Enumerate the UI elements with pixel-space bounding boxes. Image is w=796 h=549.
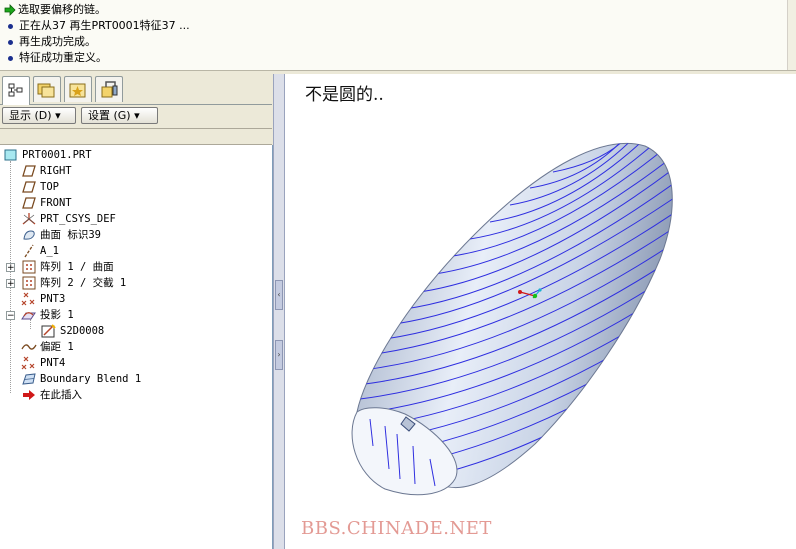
tree-item-pattern-1[interactable]: 阵列 1 / 曲面 [21, 259, 114, 275]
insert-here-arrow-icon [23, 390, 35, 400]
datum-plane-icon [22, 197, 36, 209]
message-text: 正在从37 再生PRT0001特征37 ... [19, 19, 190, 32]
tree-root[interactable]: PRT0001.PRT [3, 147, 92, 163]
watermark: BBS.CHINADE.NET [301, 518, 492, 539]
message-line: 选取要偏移的链。 [4, 2, 106, 18]
expand-toggle[interactable]: + [6, 279, 15, 289]
csys-icon [22, 213, 36, 225]
offset-curve-icon [21, 344, 37, 350]
tab-connections[interactable] [95, 76, 123, 102]
tree-item-s2d0008[interactable]: S2D0008 [41, 323, 104, 339]
settings-menu-button[interactable]: 设置 (G) ▾ [81, 107, 158, 124]
tree-label: 曲面 标识39 [40, 229, 101, 241]
tab-folder-browser[interactable] [33, 76, 61, 102]
sketch-icon [41, 324, 56, 338]
tree-item-pnt3[interactable]: PNT3 [21, 291, 65, 307]
message-text: 特征成功重定义。 [19, 51, 107, 64]
tree-label: TOP [40, 181, 59, 193]
tree-label: 阵列 1 / 曲面 [40, 261, 114, 273]
tree-label: PRT0001.PRT [22, 149, 92, 161]
bullet-icon [8, 39, 13, 45]
tree-guide-line [10, 161, 11, 393]
part-icon [4, 149, 17, 161]
bullet-icon [8, 23, 13, 29]
tree-item-prt-csys-def[interactable]: PRT_CSYS_DEF [21, 211, 116, 227]
tree-label: 投影 1 [40, 309, 74, 321]
show-menu-label: 显示 (D) [9, 109, 52, 122]
tab-model-tree[interactable] [2, 76, 30, 105]
datum-plane-icon [22, 165, 36, 177]
collapse-left-button[interactable]: ‹ [275, 280, 283, 310]
expand-toggle[interactable]: + [6, 263, 15, 273]
tree-item-boundary-blend-1[interactable]: Boundary Blend 1 [21, 371, 141, 387]
tree-item-a1[interactable]: A_1 [21, 243, 59, 259]
pattern-icon [22, 276, 36, 290]
tree-label: RIGHT [40, 165, 72, 177]
message-area: 选取要偏移的链。 正在从37 再生PRT0001特征37 ... 再生成功完成。… [0, 0, 796, 71]
tree-item-right[interactable]: RIGHT [21, 163, 72, 179]
show-menu-button[interactable]: 显示 (D) ▾ [2, 107, 76, 124]
tree-item-pnt4[interactable]: PNT4 [21, 355, 65, 371]
tree-item-projection-1[interactable]: 投影 1 [21, 307, 74, 323]
message-text: 选取要偏移的链。 [18, 3, 106, 16]
model-tree: PRT0001.PRT RIGHT TOP FRONT PRT_CSYS_DEF… [0, 145, 273, 549]
projection-icon [21, 312, 36, 320]
tree-column-header[interactable] [0, 128, 272, 145]
tree-label: 阵列 2 / 交截 1 [40, 277, 127, 289]
tree-label: PRT_CSYS_DEF [40, 213, 116, 225]
message-scrollbar[interactable] [787, 0, 796, 70]
tree-label: Boundary Blend 1 [40, 373, 142, 385]
navigator-tab-strip [0, 74, 272, 105]
dropdown-arrow-icon: ▾ [134, 109, 140, 122]
settings-menu-label: 设置 (G) [88, 109, 131, 122]
green-arrow-icon [4, 4, 16, 16]
model-tree-icon [8, 83, 23, 97]
pattern-icon [22, 260, 36, 274]
surface-icon [23, 230, 35, 240]
message-line: 特征成功重定义。 [4, 50, 107, 66]
dropdown-arrow-icon: ▾ [55, 109, 61, 122]
message-text: 再生成功完成。 [19, 35, 96, 48]
tree-item-top[interactable]: TOP [21, 179, 59, 195]
tree-item-offset-1[interactable]: 偏距 1 [21, 339, 74, 355]
folder-browser-icon [37, 83, 55, 98]
tree-label: PNT4 [40, 357, 66, 369]
message-line: 正在从37 再生PRT0001特征37 ... [4, 18, 190, 34]
collapse-toggle[interactable]: − [6, 311, 15, 321]
boundary-blend-icon [22, 373, 36, 385]
favorites-icon [69, 83, 86, 98]
datum-point-icon [21, 292, 35, 306]
tree-item-surface[interactable]: 曲面 标识39 [21, 227, 101, 243]
tree-label: FRONT [40, 197, 72, 209]
datum-point-icon [21, 356, 35, 370]
navigator-toolbar: 显示 (D) ▾ 设置 (G) ▾ [0, 105, 272, 127]
tree-item-front[interactable]: FRONT [21, 195, 72, 211]
graphics-window[interactable]: 不是圆的.. BBS.CHINADE.NET [285, 74, 796, 549]
connections-icon [101, 81, 118, 98]
axis-icon [24, 244, 34, 258]
bullet-icon [8, 55, 13, 61]
tree-item-insert-here[interactable]: 在此插入 [21, 387, 82, 403]
panel-divider[interactable]: ‹ › [273, 74, 285, 549]
tree-item-pattern-2[interactable]: 阵列 2 / 交截 1 [21, 275, 126, 291]
tree-label: 偏距 1 [40, 341, 74, 353]
datum-plane-icon [22, 181, 36, 193]
tab-favorites[interactable] [64, 76, 92, 102]
tree-label: PNT3 [40, 293, 66, 305]
tree-label: 在此插入 [40, 389, 82, 401]
tree-label: A_1 [40, 245, 59, 257]
message-line: 再生成功完成。 [4, 34, 96, 50]
barrel-model[interactable] [285, 74, 796, 549]
tree-label: S2D0008 [60, 325, 105, 337]
expand-right-button[interactable]: › [275, 340, 283, 370]
